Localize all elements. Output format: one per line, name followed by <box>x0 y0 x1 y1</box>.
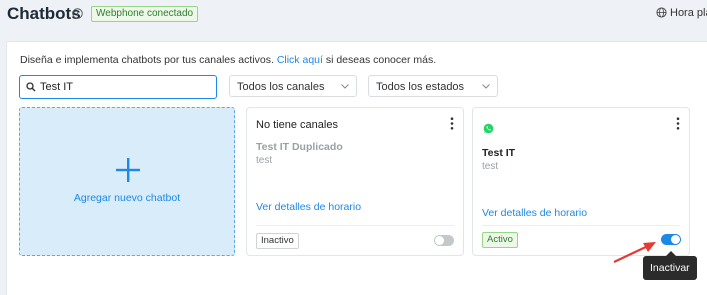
tooltip: Inactivar <box>643 251 697 280</box>
annotation-arrow <box>613 242 656 263</box>
